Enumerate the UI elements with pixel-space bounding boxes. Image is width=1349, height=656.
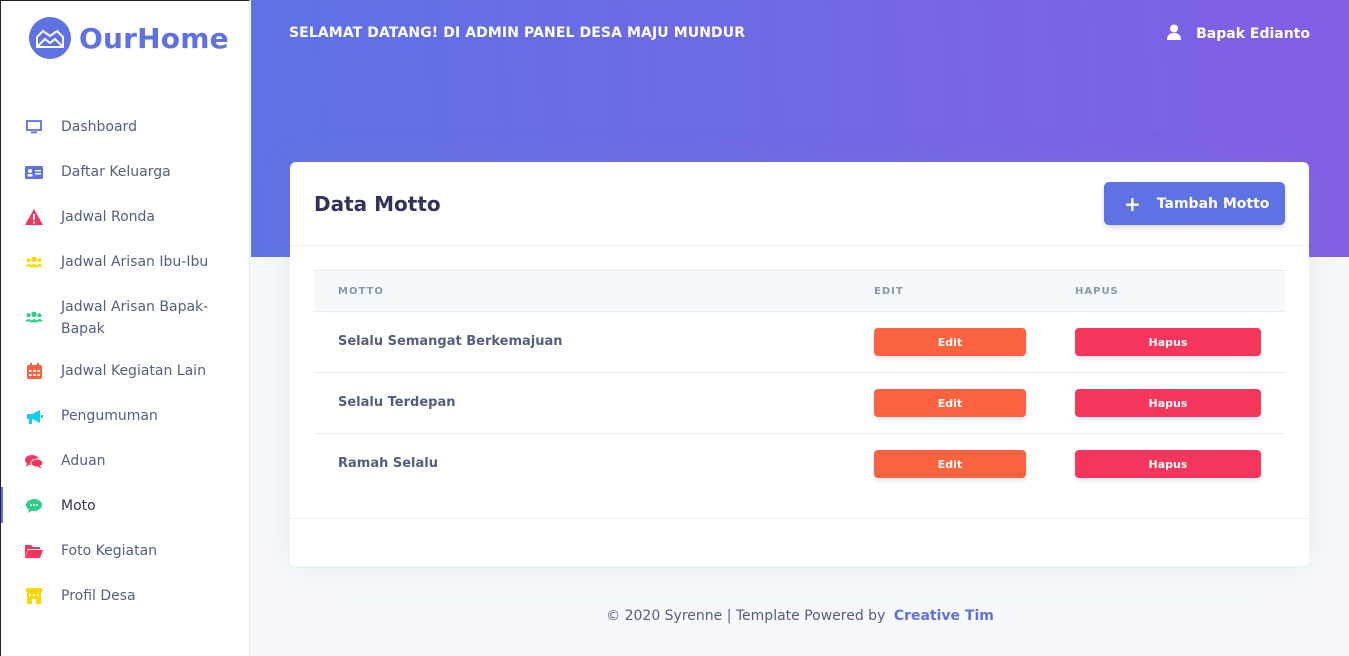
sidebar-item-daftar-keluarga[interactable]: Daftar Keluarga <box>1 151 250 196</box>
sidebar-item-label: Dashboard <box>61 119 137 135</box>
sidebar-item-label: Jadwal Kegiatan Lain <box>61 363 206 379</box>
edit-button[interactable]: Edit <box>874 328 1026 356</box>
sidebar-item-label: Pengumuman <box>61 408 158 424</box>
sidebar-item-label: Jadwal Arisan Ibu-Ibu <box>61 254 209 270</box>
users-icon <box>25 308 43 326</box>
motto-text: Selalu Semangat Berkemajuan <box>338 334 563 349</box>
motto-text: Selalu Terdepan <box>338 395 456 410</box>
user-menu[interactable]: Bapak Edianto <box>1166 24 1310 44</box>
delete-button[interactable]: Hapus <box>1075 450 1261 478</box>
welcome-text: SELAMAT DATANG! DI ADMIN PANEL DESA MAJU… <box>289 25 746 41</box>
users-icon <box>25 253 43 271</box>
column-header-edit: EDIT <box>874 286 904 297</box>
sidebar-item-label: Profil Desa <box>61 588 136 604</box>
warning-icon <box>25 208 43 226</box>
sidebar-item-arisan-ibu[interactable]: Jadwal Arisan Ibu-Ibu <box>1 241 250 286</box>
sidebar-item-label: Aduan <box>61 453 106 469</box>
sidebar-item-kegiatan-lain[interactable]: Jadwal Kegiatan Lain <box>1 350 250 395</box>
sidebar-item-label: Jadwal Ronda <box>61 209 155 225</box>
sidebar-item-foto-kegiatan[interactable]: Foto Kegiatan <box>1 530 250 575</box>
sidebar-nav: Dashboard Daftar Keluarga Jadwal Ronda J… <box>1 106 250 620</box>
monitor-icon <box>25 118 43 136</box>
megaphone-icon <box>25 407 43 425</box>
add-motto-button[interactable]: + Tambah Motto <box>1104 182 1285 225</box>
sidebar-item-label: Jadwal Arisan Bapak-Bapak <box>61 299 209 337</box>
edit-button[interactable]: Edit <box>874 389 1026 417</box>
column-header-motto: MOTTO <box>338 286 384 297</box>
calendar-icon <box>25 362 43 380</box>
sidebar-item-profil-desa[interactable]: Profil Desa <box>1 575 250 620</box>
user-name: Bapak Edianto <box>1196 26 1310 42</box>
motto-text: Ramah Selalu <box>338 456 439 471</box>
card-footer <box>290 518 1309 519</box>
plus-icon: + <box>1124 191 1141 216</box>
sidebar-item-label: Foto Kegiatan <box>61 543 158 559</box>
copyright-text: © 2020 Syrenne | Template Powered by <box>606 608 886 624</box>
sidebar-item-label: Moto <box>61 498 96 514</box>
page-footer: © 2020 Syrenne | Template Powered by Cre… <box>251 608 1349 624</box>
sidebar-item-arisan-bapak[interactable]: Jadwal Arisan Bapak-Bapak <box>1 286 250 350</box>
sidebar-item-moto[interactable]: Moto <box>1 485 250 530</box>
column-header-hapus: HAPUS <box>1075 286 1119 297</box>
sidebar-item-aduan[interactable]: Aduan <box>1 440 250 485</box>
brand-name: OurHome <box>79 21 229 55</box>
card-header: Data Motto + Tambah Motto <box>290 162 1309 246</box>
table-row: Selalu Terdepan Edit Hapus <box>314 373 1285 434</box>
sidebar-item-label: Daftar Keluarga <box>61 164 171 180</box>
delete-button[interactable]: Hapus <box>1075 389 1261 417</box>
brand[interactable]: OurHome <box>29 17 229 59</box>
table-row: Ramah Selalu Edit Hapus <box>314 434 1285 495</box>
edit-button[interactable]: Edit <box>874 450 1026 478</box>
delete-button[interactable]: Hapus <box>1075 328 1261 356</box>
sidebar-item-pengumuman[interactable]: Pengumuman <box>1 395 250 440</box>
motto-card: Data Motto + Tambah Motto MOTTO EDIT HAP… <box>290 162 1309 566</box>
user-icon <box>1166 24 1182 44</box>
id-card-icon <box>25 163 43 181</box>
card-title: Data Motto <box>314 192 441 216</box>
speech-bubble-icon <box>25 497 43 515</box>
chat-bubbles-icon <box>25 452 43 470</box>
sidebar: OurHome Dashboard Daftar Keluarga Jadwal… <box>0 0 250 656</box>
table-row: Selalu Semangat Berkemajuan Edit Hapus <box>314 312 1285 373</box>
table-header: MOTTO EDIT HAPUS <box>314 270 1285 312</box>
sidebar-item-jadwal-ronda[interactable]: Jadwal Ronda <box>1 196 250 241</box>
motto-table: MOTTO EDIT HAPUS Selalu Semangat Berkema… <box>314 270 1285 495</box>
add-motto-label: Tambah Motto <box>1156 195 1270 212</box>
building-icon <box>25 587 43 605</box>
folder-open-icon <box>25 542 43 560</box>
sidebar-item-dashboard[interactable]: Dashboard <box>1 106 250 151</box>
house-logo-icon <box>29 17 71 59</box>
creative-tim-link[interactable]: Creative Tim <box>894 608 994 624</box>
